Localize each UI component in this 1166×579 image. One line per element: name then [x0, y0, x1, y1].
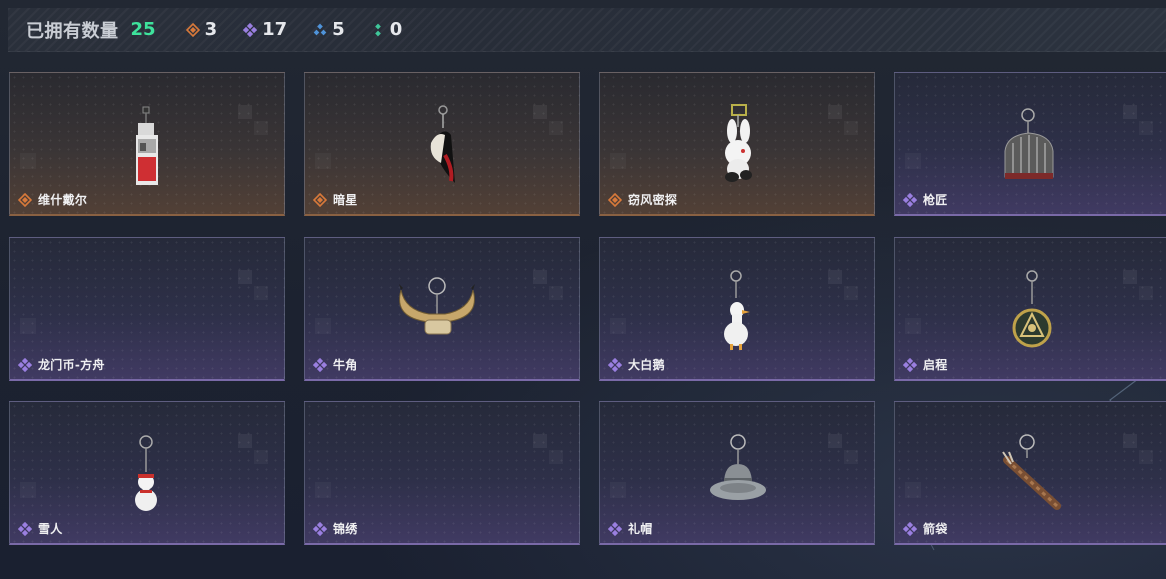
charm-card[interactable]: 大白鹅	[599, 237, 875, 381]
charm-name: 礼帽	[628, 522, 653, 536]
orange-rarity-diamond-icon	[313, 192, 327, 207]
card-decoration	[20, 318, 36, 334]
green-rarity-count: 0	[389, 19, 403, 40]
purple-rarity-diamond-icon	[18, 521, 32, 536]
charm-card-label: 龙门币-方舟	[18, 356, 105, 373]
charm-card-label: 雪人	[18, 520, 63, 537]
stat-green-rarity: 0	[371, 19, 403, 40]
charm-card-label: 暗星	[313, 191, 358, 208]
charm-name: 暗星	[333, 193, 358, 207]
stat-purple-rarity: 17	[243, 19, 287, 40]
card-decoration	[238, 270, 268, 300]
purple-rarity-diamond-icon	[903, 521, 917, 536]
charm-card[interactable]: 雪人	[9, 401, 285, 545]
charm-card-label: 锦绣	[313, 520, 358, 537]
orange-rarity-diamond-icon	[608, 192, 622, 207]
orange-rarity-diamond-icon	[18, 192, 32, 207]
charm-card[interactable]: 维什戴尔	[9, 72, 285, 216]
green-rarity-dots-icon	[371, 23, 385, 37]
blue-rarity-count: 5	[332, 19, 345, 40]
purple-rarity-count: 17	[262, 19, 288, 40]
card-decoration	[315, 482, 331, 498]
charm-card[interactable]: 锦绣	[304, 401, 580, 545]
charm-name: 大白鹅	[628, 358, 665, 372]
charm-card[interactable]: 启程	[894, 237, 1166, 381]
charm-card-label: 牛角	[313, 356, 358, 373]
charm-card-label: 启程	[903, 356, 948, 373]
purple-rarity-diamond-icon	[313, 357, 327, 372]
blue-rarity-triangle-icon	[313, 23, 327, 37]
orange-rarity-diamond-icon	[185, 22, 200, 37]
charm-name: 枪匠	[923, 193, 948, 207]
charm-name: 维什戴尔	[38, 193, 88, 207]
owned-count-label: 已拥有数量	[26, 20, 119, 42]
purple-rarity-diamond-icon	[243, 22, 258, 37]
charm-card-label: 箭袋	[903, 520, 948, 537]
stat-blue-rarity: 5	[313, 19, 345, 40]
purple-rarity-diamond-icon	[903, 357, 917, 372]
charm-card-label: 大白鹅	[608, 356, 665, 373]
purple-rarity-diamond-icon	[608, 521, 622, 536]
charm-name: 锦绣	[333, 522, 358, 536]
charm-card[interactable]: 龙门币-方舟	[9, 237, 285, 381]
charm-card[interactable]: 窃风密探	[599, 72, 875, 216]
charm-card[interactable]: 牛角	[304, 237, 580, 381]
charm-card[interactable]: 箭袋	[894, 401, 1166, 545]
charm-card-label: 礼帽	[608, 520, 653, 537]
charm-name: 雪人	[38, 522, 63, 536]
charm-name: 牛角	[333, 358, 358, 372]
ownership-summary-bar: 已拥有数量 25 3 17 5 0	[8, 8, 1166, 52]
stat-orange-rarity: 3	[185, 19, 218, 40]
card-decoration	[533, 434, 563, 464]
charm-card-label: 枪匠	[903, 191, 948, 208]
purple-rarity-diamond-icon	[903, 192, 917, 207]
purple-rarity-diamond-icon	[18, 357, 32, 372]
purple-rarity-diamond-icon	[313, 521, 327, 536]
charm-name: 启程	[923, 358, 948, 372]
owned-count-value: 25	[130, 19, 156, 40]
collection-page: 已拥有数量 25 3 17 5 0 维什戴尔 暗星 窃风密探 枪匠 龙门币-方舟…	[0, 0, 1166, 579]
charm-card[interactable]: 暗星	[304, 72, 580, 216]
charm-card-label: 窃风密探	[608, 191, 677, 208]
charm-card-label: 维什戴尔	[18, 191, 87, 208]
charm-name: 龙门币-方舟	[38, 358, 105, 372]
purple-rarity-diamond-icon	[608, 357, 622, 372]
orange-rarity-count: 3	[204, 19, 218, 40]
charm-name: 窃风密探	[628, 193, 678, 207]
charm-card[interactable]: 枪匠	[894, 72, 1166, 216]
charm-name: 箭袋	[923, 522, 948, 536]
charm-card[interactable]: 礼帽	[599, 401, 875, 545]
